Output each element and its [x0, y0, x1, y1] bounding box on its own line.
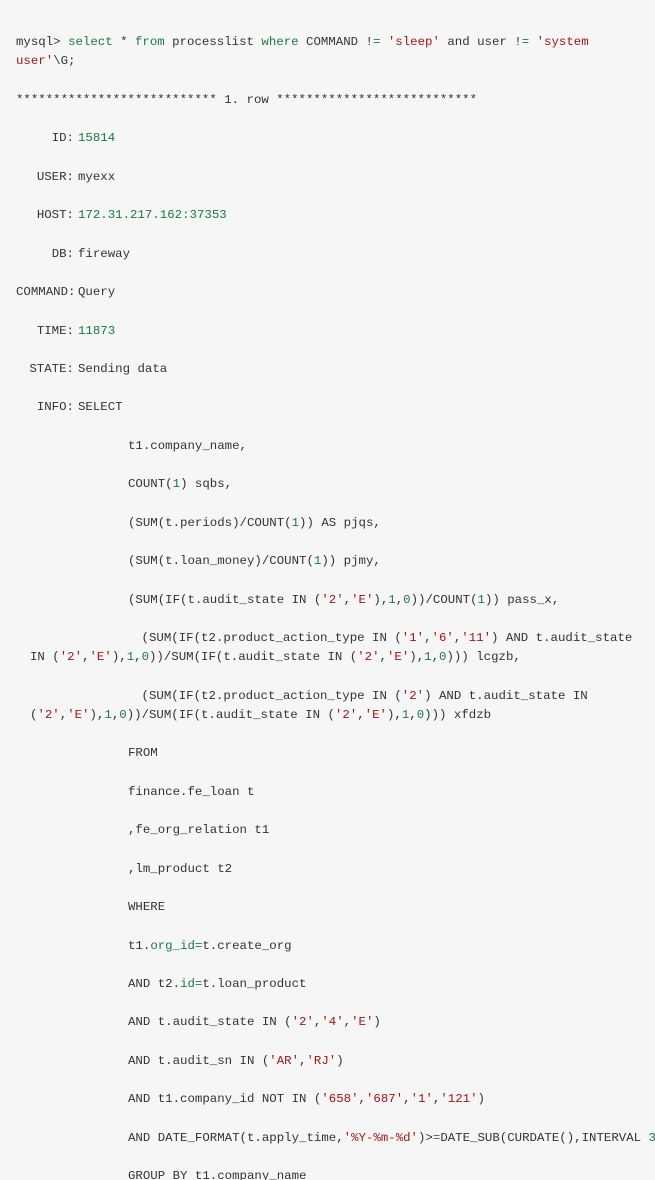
terminal-output: mysql> select * from processlist where C… — [16, 14, 639, 1180]
sql-cond: AND t2.id=t.loan_product — [16, 975, 639, 994]
sql-cond: AND t.audit_sn IN ('AR','RJ') — [16, 1052, 639, 1071]
value-state: Sending data — [74, 360, 167, 379]
kw-select: select — [68, 35, 113, 49]
value-host: 172.31.217.162:37353 — [74, 206, 227, 225]
field-host: HOST:172.31.217.162:37353 — [16, 206, 639, 225]
kw-from: from — [135, 35, 165, 49]
value-command: Query — [74, 283, 115, 302]
label-id: ID: — [16, 129, 74, 148]
field-user: USER:myexx — [16, 168, 639, 187]
sql-line: (SUM(t.periods)/COUNT(1)) AS pjqs, — [16, 514, 639, 533]
sql-from: FROM — [16, 744, 639, 763]
sql-cond: AND t1.company_id NOT IN ('658','687','1… — [16, 1090, 639, 1109]
label-host: HOST: — [16, 206, 74, 225]
sql-line-wrap: (SUM(IF(t2.product_action_type IN ('2') … — [16, 687, 639, 725]
literal-sleep: 'sleep' — [388, 35, 440, 49]
label-user: USER: — [16, 168, 74, 187]
label-info: INFO: — [16, 398, 74, 417]
field-db: DB:fireway — [16, 245, 639, 264]
value-time: 11873 — [74, 322, 115, 341]
label-state: STATE: — [16, 360, 74, 379]
field-time: TIME:11873 — [16, 322, 639, 341]
sql-table: ,fe_org_relation t1 — [16, 821, 639, 840]
prompt: mysql> — [16, 35, 61, 49]
sql-group-by: GROUP BY t1.company_name — [16, 1167, 639, 1180]
value-user: myexx — [74, 168, 115, 187]
sql-cond: t1.org_id=t.create_org — [16, 937, 639, 956]
label-db: DB: — [16, 245, 74, 264]
field-info: INFO:SELECT — [16, 398, 639, 417]
row-separator: *************************** 1. row *****… — [16, 91, 639, 110]
sql-line: (SUM(IF(t.audit_state IN ('2','E'),1,0))… — [16, 591, 639, 610]
value-info: SELECT — [74, 398, 123, 417]
field-command: COMMAND:Query — [16, 283, 639, 302]
sql-line: t1.company_name, — [16, 437, 639, 456]
value-id: 15814 — [74, 129, 115, 148]
sql-table: finance.fe_loan t — [16, 783, 639, 802]
label-time: TIME: — [16, 322, 74, 341]
kw-where: where — [261, 35, 298, 49]
sql-where: WHERE — [16, 898, 639, 917]
mysql-command-line: mysql> select * from processlist where C… — [16, 33, 639, 71]
sql-line: COUNT(1) sqbs, — [16, 475, 639, 494]
field-state: STATE:Sending data — [16, 360, 639, 379]
label-command: COMMAND: — [16, 283, 74, 302]
sql-line-wrap: (SUM(IF(t2.product_action_type IN ('1','… — [16, 629, 639, 667]
field-id: ID:15814 — [16, 129, 639, 148]
sql-table: ,lm_product t2 — [16, 860, 639, 879]
sql-cond: AND DATE_FORMAT(t.apply_time,'%Y-%m-%d')… — [16, 1129, 639, 1148]
sql-cond: AND t.audit_state IN ('2','4','E') — [16, 1013, 639, 1032]
sql-line: (SUM(t.loan_money)/COUNT(1)) pjmy, — [16, 552, 639, 571]
value-db: fireway — [74, 245, 130, 264]
